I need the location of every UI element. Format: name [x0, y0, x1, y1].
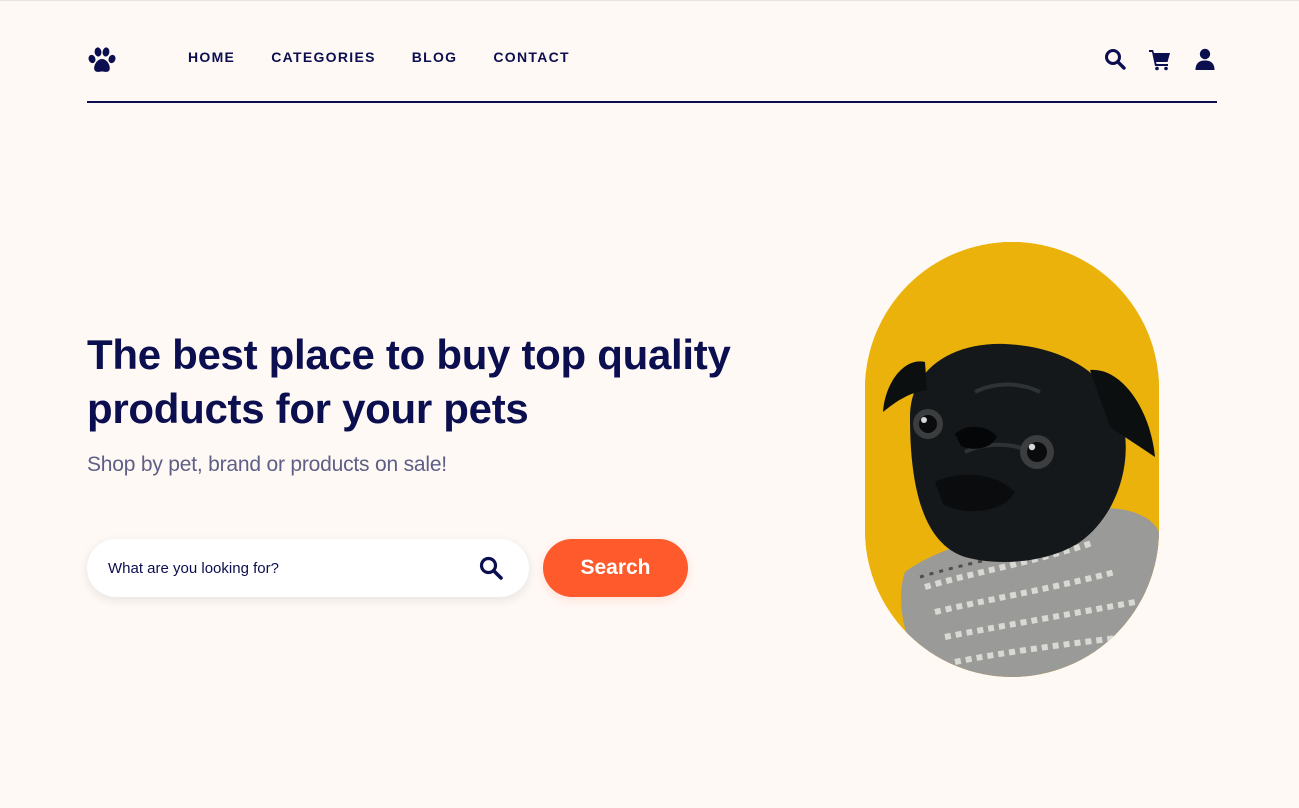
- navbar: HOME CATEGORIES BLOG CONTACT: [87, 40, 1217, 103]
- nav-link-home[interactable]: HOME: [188, 49, 235, 65]
- hero-subtitle: Shop by pet, brand or products on sale!: [87, 453, 447, 476]
- search-input[interactable]: [108, 539, 458, 597]
- paw-logo-icon[interactable]: [87, 46, 117, 74]
- search-icon[interactable]: [1103, 47, 1127, 71]
- search-box: [87, 539, 529, 597]
- top-border: [0, 0, 1299, 1]
- pug-photo: [865, 242, 1159, 677]
- cart-icon[interactable]: [1148, 47, 1172, 71]
- user-icon[interactable]: [1193, 47, 1217, 71]
- nav-link-blog[interactable]: BLOG: [412, 49, 458, 65]
- hero-title: The best place to buy top quality produc…: [87, 331, 731, 432]
- nav-icons: [1082, 47, 1217, 71]
- nav-link-contact[interactable]: CONTACT: [493, 49, 570, 65]
- pug-illustration: [865, 242, 1159, 677]
- search-button[interactable]: Search: [543, 539, 688, 597]
- nav-links: HOME CATEGORIES BLOG CONTACT: [188, 49, 606, 65]
- nav-link-categories[interactable]: CATEGORIES: [271, 49, 376, 65]
- search-icon[interactable]: [478, 555, 504, 581]
- nav-divider: [87, 101, 1217, 103]
